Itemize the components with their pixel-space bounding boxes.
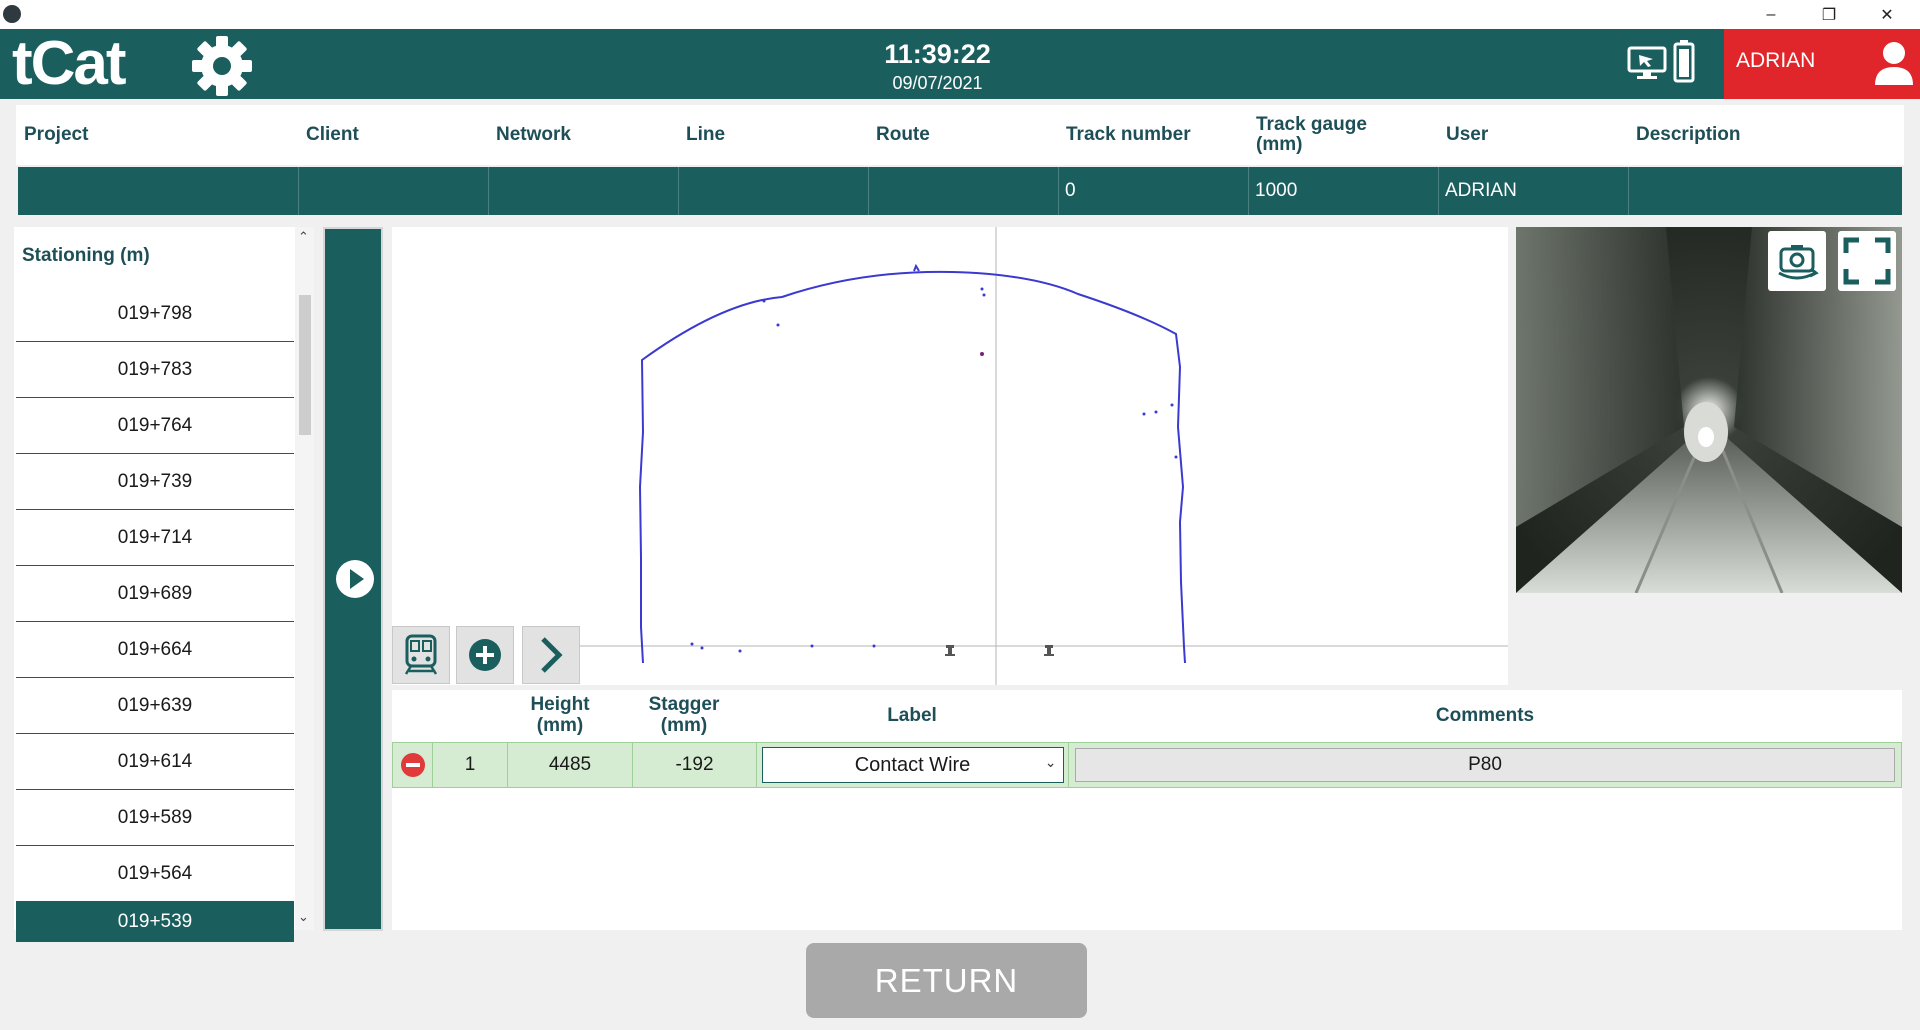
camera-rotate-icon [1778,245,1819,280]
list-item[interactable]: 019+783 [16,342,294,398]
app-icon [3,5,21,23]
next-icon [541,637,563,673]
rail-marker-right [1044,645,1054,656]
label-cell: Contact Wire ⌄ [757,743,1069,787]
header-stagger: Stagger (mm) [648,694,720,736]
list-item[interactable]: 019+798 [16,286,294,342]
project-table-row: 0 1000 ADRIAN [18,167,1902,215]
col-client: Client [306,124,359,145]
scroll-up-icon[interactable]: ⌃ [298,229,309,245]
monitor-icon [1627,46,1667,79]
cell-route [868,167,1058,215]
table-row[interactable]: 1 4485 -192 Contact Wire ⌄ P80 [392,742,1902,788]
col-user: User [1446,124,1489,145]
stationing-title: Stationing (m) [22,245,150,266]
label-select[interactable]: Contact Wire ⌄ [761,747,1064,783]
project-table-header: Project Client Network Line Route Track … [16,105,1904,165]
col-route: Route [876,124,930,145]
comments-cell: P80 [1069,743,1901,787]
cell-network [488,167,678,215]
playback-bar [323,227,383,931]
window-title-bar: – ❐ ✕ [0,0,1920,29]
list-item-selected[interactable]: 019+539 [16,902,294,942]
tunnel-profile-view[interactable] [392,227,1508,685]
list-item[interactable]: 019+764 [16,398,294,454]
user-icon [1875,42,1913,85]
next-button[interactable] [522,626,580,684]
list-item[interactable]: 019+664 [16,622,294,678]
app-header: tCat 11:39:22 09/07/2021 ADRIAN [0,29,1920,99]
header-height: Height (mm) [530,694,590,736]
cell-user: ADRIAN [1438,167,1628,215]
list-item[interactable]: 019+689 [16,566,294,622]
play-icon[interactable] [335,559,375,599]
list-item[interactable]: 019+564 [16,846,294,902]
col-line: Line [686,124,726,145]
label-select-value: Contact Wire [854,753,971,776]
stationing-list: 019+798 019+783 019+764 019+739 019+714 … [16,286,294,942]
header-label: Label [887,704,937,726]
header-comments: Comments [1435,704,1535,726]
cell-track-number: 0 [1058,167,1248,215]
user-name: ADRIAN [1736,49,1816,72]
cell-index: 1 [433,743,508,787]
col-project: Project [24,124,89,145]
rail-marker-left [945,645,955,656]
wire-table: Height (mm) Stagger (mm) Label Comments … [392,690,1902,930]
list-item[interactable]: 019+714 [16,510,294,566]
list-item[interactable]: 019+639 [16,678,294,734]
stationing-panel: Stationing (m) 019+798 019+783 019+764 0… [14,227,314,942]
cell-project [18,167,298,215]
col-track-gauge: Track gauge (mm) [1256,114,1367,155]
stationing-scrollbar[interactable]: ⌃ ⌄ [295,227,314,930]
cell-height: 4485 [508,743,633,787]
clock-time: 11:39:22 [884,39,991,69]
dropdown-chevron-icon: ⌄ [1044,754,1057,770]
camera-rotate-button[interactable] [1768,231,1826,291]
remove-row-button[interactable] [393,743,433,787]
clock-date: 09/07/2021 [892,73,983,93]
list-item[interactable]: 019+739 [16,454,294,510]
comments-field[interactable]: P80 [1075,748,1895,782]
col-description: Description [1636,124,1741,145]
add-button[interactable] [456,626,514,684]
list-item[interactable]: 019+614 [16,734,294,790]
cell-stagger: -192 [633,743,757,787]
restore-button[interactable]: ❐ [1800,0,1858,29]
col-network: Network [496,124,571,145]
return-button[interactable]: RETURN [806,943,1087,1018]
cell-track-gauge: 1000 [1248,167,1438,215]
cell-client [298,167,488,215]
train-view-button[interactable] [392,626,450,684]
col-track-number: Track number [1066,124,1191,145]
cell-description [1628,167,1902,215]
minimize-button[interactable]: – [1742,0,1800,29]
train-icon [404,634,438,675]
list-item[interactable]: 019+589 [16,790,294,846]
add-icon [469,639,501,671]
fullscreen-icon [1843,237,1891,285]
battery-icon [1673,40,1695,83]
user-button[interactable]: ADRIAN [1724,29,1920,99]
fullscreen-button[interactable] [1838,231,1896,291]
remove-icon [400,753,425,777]
cell-line [678,167,868,215]
scroll-thumb[interactable] [299,295,311,435]
camera-photo [1516,227,1902,593]
scroll-down-icon[interactable]: ⌄ [298,909,309,925]
close-button[interactable]: ✕ [1858,0,1916,29]
tunnel-profile-line [638,270,1186,664]
